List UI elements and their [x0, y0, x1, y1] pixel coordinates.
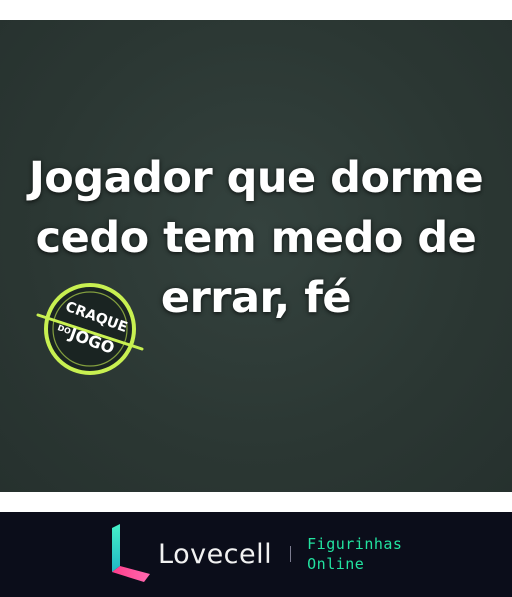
brand-name: Lovecell [158, 538, 273, 570]
brand-tagline: Figurinhas Online [307, 534, 402, 574]
footer-bar: Lovecell Figurinhas Online [0, 512, 512, 597]
craque-do-jogo-badge-icon: CRAQUE DO JOGO [36, 283, 144, 375]
tagline-line-2: Online [307, 555, 365, 573]
page: Jogador que dorme cedo tem medo de errar… [0, 0, 512, 597]
brand-divider [290, 546, 292, 562]
sticker-image: Jogador que dorme cedo tem medo de errar… [0, 20, 512, 492]
lovecell-logo-icon [112, 524, 150, 582]
caption-line-2: cedo tem medo de [35, 213, 477, 263]
caption-line-1: Jogador que dorme [28, 153, 484, 203]
brand[interactable]: Lovecell Figurinhas Online [104, 521, 402, 587]
tagline-line-1: Figurinhas [307, 535, 403, 553]
